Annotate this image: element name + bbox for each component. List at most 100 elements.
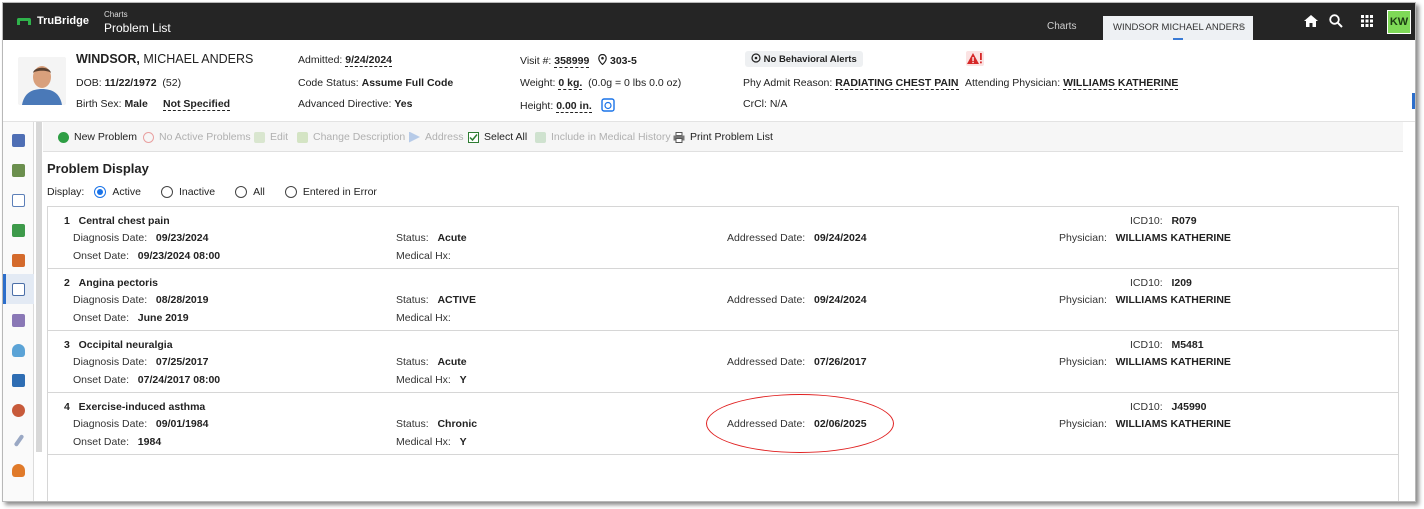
problem-row[interactable]: 3 Occipital neuralgia Diagnosis Date: 07…: [48, 331, 1398, 393]
admitted-link[interactable]: 9/24/2024: [345, 54, 392, 67]
icd10-code: ICD10: I209: [1130, 277, 1192, 289]
app-window: TruBridge Charts Problem List Charts WIN…: [2, 2, 1416, 502]
filter-inactive-radio[interactable]: Inactive: [160, 186, 215, 198]
search-icon[interactable]: [1328, 13, 1344, 29]
nav-lab-icon[interactable]: [12, 344, 25, 357]
medical-hx: Medical Hx: Y: [396, 436, 467, 448]
patient-photo: [18, 57, 66, 105]
pencil-icon: [297, 131, 308, 143]
addressed-date: Addressed Date: 09/24/2024: [727, 294, 867, 306]
nav-results-icon[interactable]: [12, 404, 25, 417]
prohibited-icon: [143, 131, 154, 143]
height-field: Height: 0.00 in.: [520, 98, 615, 113]
nav-user-icon[interactable]: [12, 464, 25, 477]
weight-link[interactable]: 0 kg.: [558, 77, 583, 90]
physician: Physician: WILLIAMS KATHERINE: [1059, 418, 1231, 430]
home-icon[interactable]: [1303, 13, 1319, 29]
print-icon: [673, 131, 685, 143]
diagnosis-date: Diagnosis Date: 08/28/2019: [73, 294, 209, 306]
nav-orders-icon[interactable]: [12, 254, 25, 267]
status: Status: Chronic: [396, 418, 478, 430]
display-label: Display:: [47, 186, 85, 198]
top-actions: [1303, 13, 1375, 29]
admitted-field: Admitted: 9/24/2024: [298, 54, 392, 67]
attending-physician-field: Attending Physician: WILLIAMS KATHERINE: [965, 77, 1179, 90]
display-filter: Display: Active Inactive All Entered in …: [47, 186, 397, 198]
onset-date: Onset Date: 09/23/2024 08:00: [73, 250, 221, 262]
problem-row[interactable]: 4 Exercise-induced asthma Diagnosis Date…: [48, 393, 1398, 455]
breadcrumb-parent[interactable]: Charts: [104, 11, 171, 19]
change-description-button[interactable]: Change Description: [297, 131, 405, 143]
diagnosis-date: Diagnosis Date: 09/01/1984: [73, 418, 209, 430]
code-status-field: Code Status: Assume Full Code: [298, 77, 454, 89]
close-icon[interactable]: ×: [1239, 21, 1245, 33]
addressed-date: Addressed Date: 02/06/2025: [727, 418, 867, 430]
side-panel-handle[interactable]: [1412, 93, 1415, 109]
no-active-problems-button[interactable]: No Active Problems: [143, 131, 251, 143]
nav-problem-list-icon[interactable]: [12, 283, 25, 296]
behavioral-alert-icon: [751, 53, 761, 63]
new-problem-button[interactable]: New Problem: [58, 131, 137, 143]
medical-hx: Medical Hx:: [396, 250, 451, 262]
advanced-directive-field: Advanced Directive: Yes: [298, 98, 413, 110]
problem-title: 4 Exercise-induced asthma: [64, 401, 206, 413]
icd10-code: ICD10: M5481: [1130, 339, 1204, 351]
problem-toolbar: New Problem No Active Problems Edit Chan…: [43, 122, 1403, 152]
nav-scrollbar[interactable]: [36, 122, 42, 452]
behavioral-alerts-badge[interactable]: No Behavioral Alerts: [745, 51, 863, 67]
add-icon: [58, 131, 69, 143]
tab-charts[interactable]: Charts: [1047, 21, 1076, 32]
edit-icon: [254, 131, 265, 143]
nav-medical-icon[interactable]: [12, 374, 25, 387]
gender-field[interactable]: Not Specified: [163, 98, 231, 111]
top-bar: TruBridge Charts Problem List Charts WIN…: [3, 3, 1415, 40]
problem-title: 3 Occipital neuralgia: [64, 339, 173, 351]
select-all-button[interactable]: Select All: [468, 131, 527, 143]
nav-care-team-icon[interactable]: [12, 164, 25, 177]
status: Status: Acute: [396, 356, 467, 368]
measure-icon[interactable]: [600, 98, 615, 112]
tab-patient[interactable]: WINDSOR MICHAEL ANDERS ×: [1103, 16, 1253, 40]
edit-button[interactable]: Edit: [254, 131, 288, 143]
include-medical-history-button[interactable]: Include in Medical History: [535, 131, 671, 143]
medical-hx: Medical Hx: Y: [396, 374, 467, 386]
problem-title: 1 Central chest pain: [64, 215, 170, 227]
phy-admit-reason-field: Phy Admit Reason: RADIATING CHEST PAIN: [743, 77, 959, 90]
nav-pen-icon[interactable]: [13, 434, 25, 447]
apps-grid-icon[interactable]: [1359, 13, 1375, 29]
addressed-date: Addressed Date: 07/26/2017: [727, 356, 867, 368]
visit-link[interactable]: 358999: [554, 55, 590, 68]
allergy-warning-icon[interactable]: [966, 51, 984, 66]
filter-all-radio[interactable]: All: [235, 186, 265, 198]
status: Status: Acute: [396, 232, 467, 244]
filter-entered-in-error-radio[interactable]: Entered in Error: [284, 186, 377, 198]
visit-field: Visit #: 358999 303-5: [520, 53, 637, 68]
nav-checklist-icon[interactable]: [12, 224, 25, 237]
nav-chart-icon[interactable]: [12, 134, 25, 147]
brand-logo[interactable]: TruBridge: [17, 15, 89, 27]
height-link[interactable]: 0.00 in.: [556, 100, 592, 113]
onset-date: Onset Date: June 2019: [73, 312, 189, 324]
patient-name: WINDSOR, MICHAEL ANDERS: [76, 52, 254, 66]
address-button[interactable]: Address: [409, 131, 464, 143]
filter-active-radio[interactable]: Active: [94, 186, 141, 198]
nav-document-icon[interactable]: [12, 194, 25, 207]
radio-selected-icon: [94, 186, 107, 198]
play-icon: [409, 131, 420, 143]
breadcrumb: Charts Problem List: [104, 11, 171, 35]
problem-display-title: Problem Display: [47, 161, 149, 176]
problem-row[interactable]: 1 Central chest pain Diagnosis Date: 09/…: [48, 207, 1398, 269]
print-problem-list-button[interactable]: Print Problem List: [673, 131, 773, 143]
brand-mark-icon: [17, 17, 31, 25]
crcl-field: CrCl: N/A: [743, 98, 788, 110]
icd10-code: ICD10: R079: [1130, 215, 1197, 227]
radio-icon: [160, 186, 173, 198]
birth-sex-field: Birth Sex: Male: [76, 98, 148, 110]
status: Status: ACTIVE: [396, 294, 476, 306]
nav-patients-icon[interactable]: [12, 314, 25, 327]
tab-patient-label: WINDSOR MICHAEL ANDERS: [1113, 22, 1246, 33]
onset-date: Onset Date: 07/24/2017 08:00: [73, 374, 221, 386]
user-avatar[interactable]: KW: [1387, 10, 1411, 34]
diagnosis-date: Diagnosis Date: 09/23/2024: [73, 232, 209, 244]
problem-row[interactable]: 2 Angina pectoris Diagnosis Date: 08/28/…: [48, 269, 1398, 331]
